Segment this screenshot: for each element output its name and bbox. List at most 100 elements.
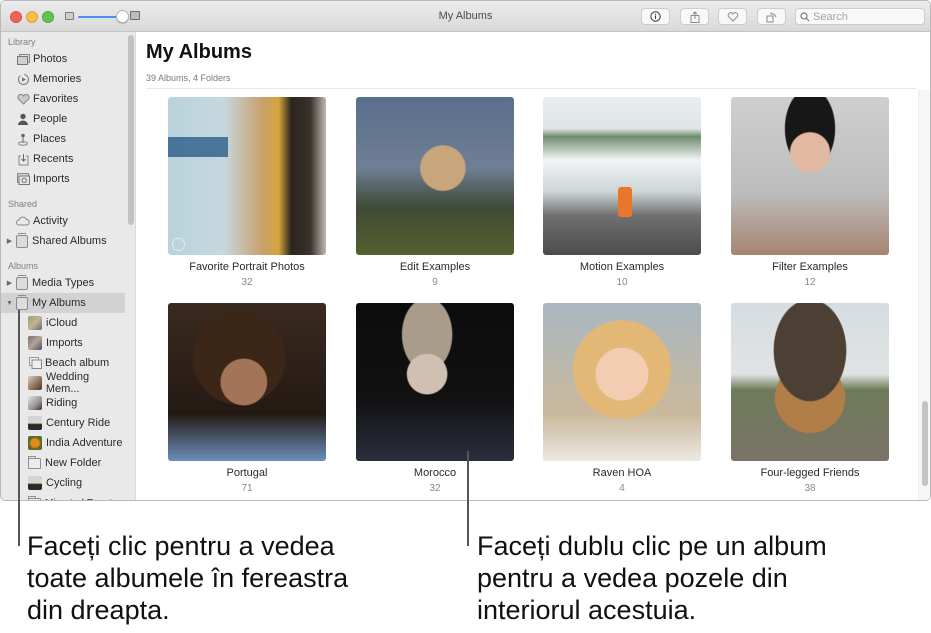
photos-window: My Albums Library Photos Memories (0, 0, 931, 501)
title-bar: My Albums (1, 1, 930, 32)
sidebar-item-people[interactable]: People (1, 109, 125, 129)
folder-icon (28, 495, 41, 500)
album-icon (16, 232, 28, 248)
sidebar-item-label: New Folder (45, 457, 102, 469)
favorite-button[interactable] (718, 8, 747, 25)
album-thumbnail (28, 436, 42, 450)
album-name: Favorite Portrait Photos (189, 261, 305, 273)
info-icon (650, 11, 661, 22)
callout-left-line-2: toate albumele în fereastra (27, 563, 349, 593)
album-thumbnail (28, 376, 42, 390)
page-title: My Albums (146, 41, 252, 63)
album-card[interactable]: Edit Examples 9 (356, 97, 514, 288)
person-icon (16, 112, 30, 126)
share-icon (690, 10, 699, 23)
album-count: 10 (616, 277, 628, 288)
disclosure-expanded-icon[interactable]: ▼ (5, 300, 14, 307)
album-card[interactable]: Morocco 32 (356, 303, 514, 494)
album-name: Motion Examples (579, 261, 665, 273)
album-thumbnail (28, 396, 42, 410)
disclosure-collapsed-icon[interactable]: ▶ (5, 279, 14, 287)
album-name: Four-legged Friends (760, 467, 860, 479)
info-button[interactable] (641, 8, 670, 25)
camera-icon (16, 172, 30, 186)
smart-album-icon (28, 356, 42, 370)
album-thumbnail (28, 316, 42, 330)
callout-left: Faceți clic pentru a vedea toate albumel… (27, 530, 348, 626)
sidebar-item-label: Shared Albums (32, 235, 107, 247)
heart-icon (727, 11, 738, 22)
album-name: Morocco (413, 467, 457, 479)
album-card[interactable]: Four-legged Friends 38 (731, 303, 889, 494)
callout-right-line-1: Faceți dublu clic pe un album (477, 531, 827, 561)
sidebar-item-label: Media Types (32, 277, 95, 289)
sidebar-item-label: Imports (33, 173, 70, 185)
sidebar-item-recents[interactable]: Recents (1, 149, 125, 169)
album-thumbnail (28, 416, 42, 430)
sidebar-item-places[interactable]: Places (1, 129, 125, 149)
sidebar-item-label: Century Ride (46, 417, 111, 429)
search-field[interactable] (795, 8, 925, 25)
album-count: 71 (241, 483, 253, 494)
album-grid-pane: My Albums 39 Albums, 4 Folders Favorite … (137, 32, 930, 500)
callout-left-line-1: Faceți clic pentru a vedea (27, 531, 335, 561)
album-icon (16, 274, 28, 290)
album-icon (16, 294, 28, 310)
share-button[interactable] (680, 8, 709, 25)
album-cover (356, 303, 514, 461)
pin-icon (16, 132, 30, 146)
sidebar: Library Photos Memories Favorites People… (1, 32, 136, 501)
album-thumbnail (28, 476, 42, 490)
album-count: 9 (432, 277, 438, 288)
album-cover (543, 303, 701, 461)
album-name: Portugal (226, 467, 268, 479)
callout-right: Faceți dublu clic pe un album pentru a v… (477, 530, 827, 626)
album-thumbnail (28, 336, 42, 350)
divider (146, 88, 916, 89)
portrait-mode-icon (172, 238, 185, 251)
album-count: 12 (804, 277, 816, 288)
callout-line-left (18, 310, 20, 546)
sidebar-item-imports[interactable]: Imports (1, 169, 125, 189)
album-name: Raven HOA (592, 467, 652, 479)
album-cover (731, 97, 889, 255)
album-cover (356, 97, 514, 255)
album-card[interactable]: Favorite Portrait Photos 32 (168, 97, 326, 288)
sidebar-item-label: Photos (33, 53, 68, 65)
album-card[interactable]: Filter Examples 12 (731, 97, 889, 288)
search-input[interactable] (813, 10, 913, 23)
album-card[interactable]: Portugal 71 (168, 303, 326, 494)
sidebar-item-label: My Albums (32, 297, 86, 309)
main-scrollbar-track[interactable] (918, 90, 930, 500)
album-count: 4 (619, 483, 625, 494)
sidebar-item-label: People (33, 113, 68, 125)
album-name: Edit Examples (399, 261, 471, 273)
album-card[interactable]: Raven HOA 4 (543, 303, 701, 494)
sidebar-item-favorites[interactable]: Favorites (1, 89, 125, 109)
album-cover (543, 97, 701, 255)
sidebar-header-shared: Shared (8, 199, 38, 209)
sidebar-item-activity[interactable]: Activity (1, 211, 125, 231)
folder-icon (28, 455, 41, 469)
sidebar-item-shared-albums[interactable]: ▶ Shared Albums (1, 231, 125, 251)
sidebar-header-library: Library (8, 37, 36, 47)
sidebar-item-label: Migrated Events (45, 498, 117, 501)
main-scrollbar-thumb[interactable] (922, 401, 928, 486)
search-icon (800, 11, 810, 21)
sidebar-item-label: iCloud (46, 317, 78, 329)
album-count: 32 (241, 277, 253, 288)
memories-icon (16, 72, 30, 86)
sidebar-item-photos[interactable]: Photos (1, 49, 125, 69)
album-card[interactable]: Motion Examples 10 (543, 97, 701, 288)
callout-left-line-3: din dreapta. (27, 595, 170, 625)
sidebar-item-label: Recents (33, 153, 74, 165)
disclosure-collapsed-icon[interactable]: ▶ (5, 237, 14, 245)
callout-line-right (467, 451, 469, 546)
rotate-button[interactable] (757, 8, 786, 25)
sidebar-scrollbar[interactable] (128, 35, 134, 225)
sidebar-item-label: India Adventure (46, 437, 123, 449)
sidebar-item-media-types[interactable]: ▶ Media Types (1, 273, 125, 293)
recents-icon (16, 152, 30, 166)
sidebar-item-label: Memories (33, 73, 82, 85)
sidebar-item-memories[interactable]: Memories (1, 69, 125, 89)
